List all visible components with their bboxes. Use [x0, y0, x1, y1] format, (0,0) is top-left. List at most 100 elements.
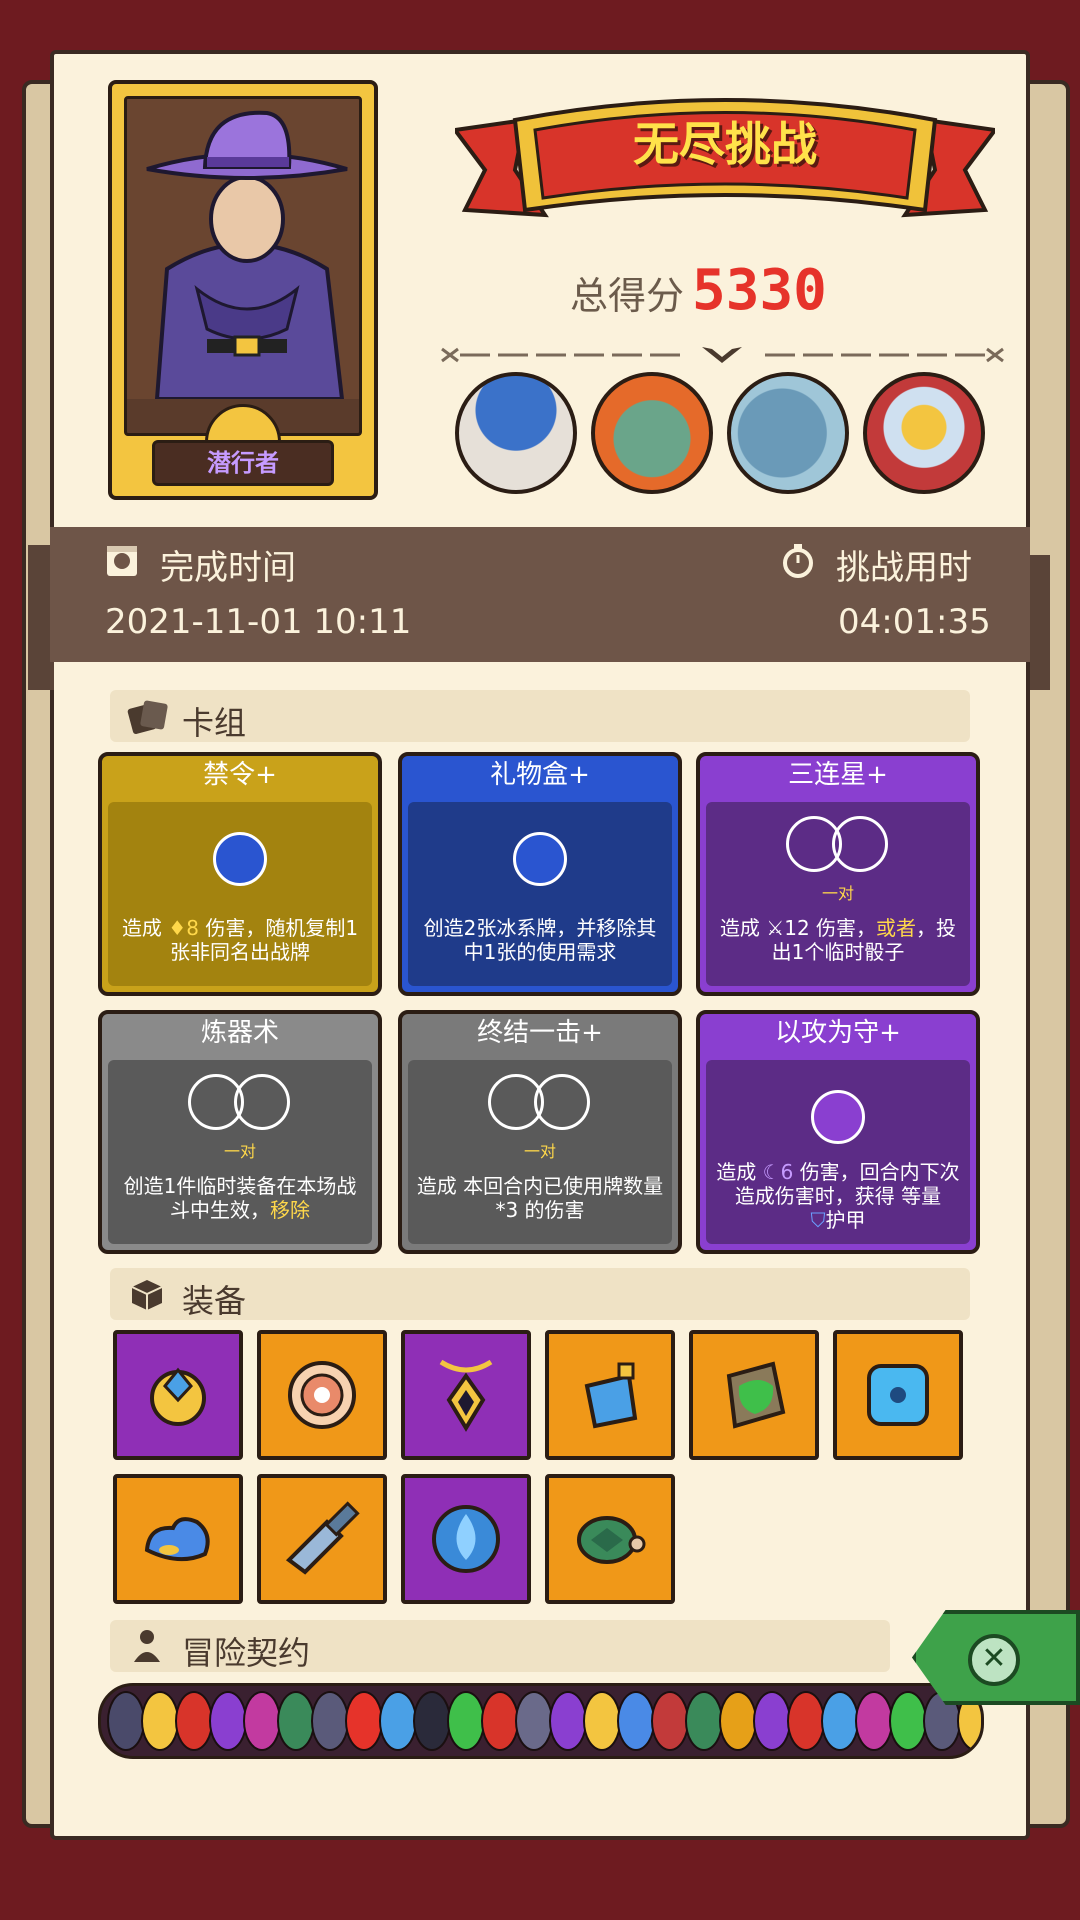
- card-description: 创造2张冰系牌，并移除其中1张的使用需求: [423, 916, 657, 964]
- turtle-shell-icon: [577, 1516, 646, 1564]
- boss-ogre-portrait[interactable]: [591, 372, 713, 494]
- page-title: 无尽挑战: [633, 117, 817, 171]
- contract-token: [243, 1691, 281, 1751]
- cards-icon: [127, 700, 168, 734]
- contract-token: [787, 1691, 825, 1751]
- hero-portrait: [124, 96, 362, 436]
- deck-section-header: 卡组: [110, 690, 970, 742]
- equip-amulet[interactable]: [401, 1330, 531, 1460]
- card-triple-star[interactable]: 三连星+ 一对 造成 ⚔12 伤害，或者，投出1个临时骰子: [696, 752, 980, 996]
- dice-pair-slot: [488, 1074, 592, 1134]
- blue-slime-icon: [144, 1517, 210, 1562]
- duration-value: 04:01:35: [838, 602, 991, 642]
- hero-name: 潜行者: [152, 440, 334, 486]
- water-drop-icon: [432, 1505, 500, 1573]
- card-body: 一对 造成 本回合内已使用牌数量*3 的伤害: [408, 1060, 672, 1244]
- stopwatch-icon: [783, 544, 813, 578]
- ornament-divider: [441, 347, 1004, 363]
- card-finishing-blow[interactable]: 终结一击+ 一对 造成 本回合内已使用牌数量*3 的伤害: [398, 1010, 682, 1254]
- card-title: 禁令+: [203, 760, 277, 790]
- equipment-section-title: 装备: [182, 1282, 247, 1320]
- card-description: 造成 ♦8 伤害，随机复制1张非同名出战牌: [121, 916, 359, 964]
- dice-pair-slot: [188, 1074, 292, 1134]
- equip-blue-slime[interactable]: [113, 1474, 243, 1604]
- contract-token: [107, 1691, 145, 1751]
- equip-broken-blade[interactable]: [257, 1474, 387, 1604]
- dice-pair-slot: [786, 816, 890, 876]
- contract-token: [175, 1691, 213, 1751]
- card-description: 造成 ☾6 伤害，回合内下次造成伤害时，获得 等量 ⛉护甲: [716, 1160, 960, 1232]
- equip-water-drop[interactable]: [401, 1474, 531, 1604]
- duration-label: 挑战用时: [836, 548, 972, 588]
- equip-ice-dice[interactable]: [833, 1330, 963, 1460]
- broken-blade-icon: [285, 1501, 360, 1575]
- hero-card: 潜行者: [108, 80, 378, 500]
- equip-moss-stone[interactable]: [689, 1330, 819, 1460]
- card-gift-box[interactable]: 礼物盒+ 创造2张冰系牌，并移除其中1张的使用需求: [398, 752, 682, 996]
- frost-orb-icon: [513, 832, 567, 886]
- card-body: 一对 创造1件临时装备在本场战斗中生效，移除: [108, 1060, 372, 1244]
- contract-token: [209, 1691, 247, 1751]
- equip-shield-disc[interactable]: [257, 1330, 387, 1460]
- boss-list: [455, 372, 985, 494]
- card-title: 礼物盒+: [490, 760, 590, 790]
- moss-stone-icon: [726, 1361, 786, 1429]
- contract-token-strip[interactable]: [98, 1683, 984, 1759]
- contract-token: [481, 1691, 519, 1751]
- finish-time-label: 完成时间: [160, 548, 296, 588]
- boss-skeleton-king-portrait[interactable]: [863, 372, 985, 494]
- card-title: 终结一击+: [477, 1018, 603, 1048]
- pair-label: 一对: [223, 1142, 256, 1161]
- calendar-icon: [107, 546, 137, 576]
- grape-orb-icon: [811, 1090, 865, 1144]
- contract-token: [753, 1691, 791, 1751]
- boss-rhino-portrait[interactable]: [727, 372, 849, 494]
- contract-token: [379, 1691, 417, 1751]
- contract-token: [447, 1691, 485, 1751]
- contract-token: [413, 1691, 451, 1751]
- ice-dice-icon: [867, 1364, 929, 1426]
- contract-token: [277, 1691, 315, 1751]
- close-icon[interactable]: ✕: [968, 1634, 1020, 1686]
- contract-section-title: 冒险契约: [182, 1634, 311, 1672]
- card-description: 造成 本回合内已使用牌数量*3 的伤害: [416, 1174, 664, 1222]
- contract-token: [583, 1691, 621, 1751]
- card-title: 以攻为守+: [775, 1018, 901, 1048]
- time-band-edge-right: [1030, 555, 1050, 690]
- card-body: 创造2张冰系牌，并移除其中1张的使用需求: [408, 802, 672, 986]
- card-title: 炼器术: [200, 1018, 279, 1048]
- card-title: 三连星+: [788, 760, 888, 790]
- frost-orb-icon: [213, 832, 267, 886]
- contract-token: [549, 1691, 587, 1751]
- card-description: 造成 ⚔12 伤害，或者，投出1个临时骰子: [719, 916, 957, 964]
- card-body: 造成 ♦8 伤害，随机复制1张非同名出战牌: [108, 802, 372, 986]
- contract-token: [515, 1691, 553, 1751]
- score-row: 总得分 5330: [570, 258, 827, 323]
- equip-crystal-bottle[interactable]: [545, 1330, 675, 1460]
- equipment-section-header: 装备: [110, 1268, 970, 1320]
- pair-label: 一对: [821, 884, 854, 903]
- equip-ring[interactable]: [113, 1330, 243, 1460]
- deck-section-title: 卡组: [182, 704, 247, 742]
- contract-token: [651, 1691, 689, 1751]
- pair-label: 一对: [523, 1142, 556, 1161]
- contract-token: [685, 1691, 723, 1751]
- contract-token: [617, 1691, 655, 1751]
- shield-disc-icon: [288, 1361, 356, 1429]
- ring-icon: [150, 1367, 206, 1426]
- person-icon: [134, 1630, 160, 1662]
- equip-turtle-shell[interactable]: [545, 1474, 675, 1604]
- card-body: 一对 造成 ⚔12 伤害，或者，投出1个临时骰子: [706, 802, 970, 986]
- card-ban[interactable]: 禁令+ 造成 ♦8 伤害，随机复制1张非同名出战牌: [98, 752, 382, 996]
- card-offense-as-defense[interactable]: 以攻为守+ 造成 ☾6 伤害，回合内下次造成伤害时，获得 等量 ⛉护甲: [696, 1010, 980, 1254]
- contract-token: [855, 1691, 893, 1751]
- card-description: 创造1件临时装备在本场战斗中生效，移除: [123, 1174, 357, 1222]
- contract-section-header: 冒险契约: [110, 1620, 890, 1672]
- boss-mushroom-portrait[interactable]: [455, 372, 577, 494]
- score-value: 5330: [692, 258, 827, 323]
- contract-token: [141, 1691, 179, 1751]
- score-label: 总得分: [570, 274, 685, 318]
- contract-token: [889, 1691, 927, 1751]
- contract-token: [821, 1691, 859, 1751]
- card-forging[interactable]: 炼器术 一对 创造1件临时装备在本场战斗中生效，移除: [98, 1010, 382, 1254]
